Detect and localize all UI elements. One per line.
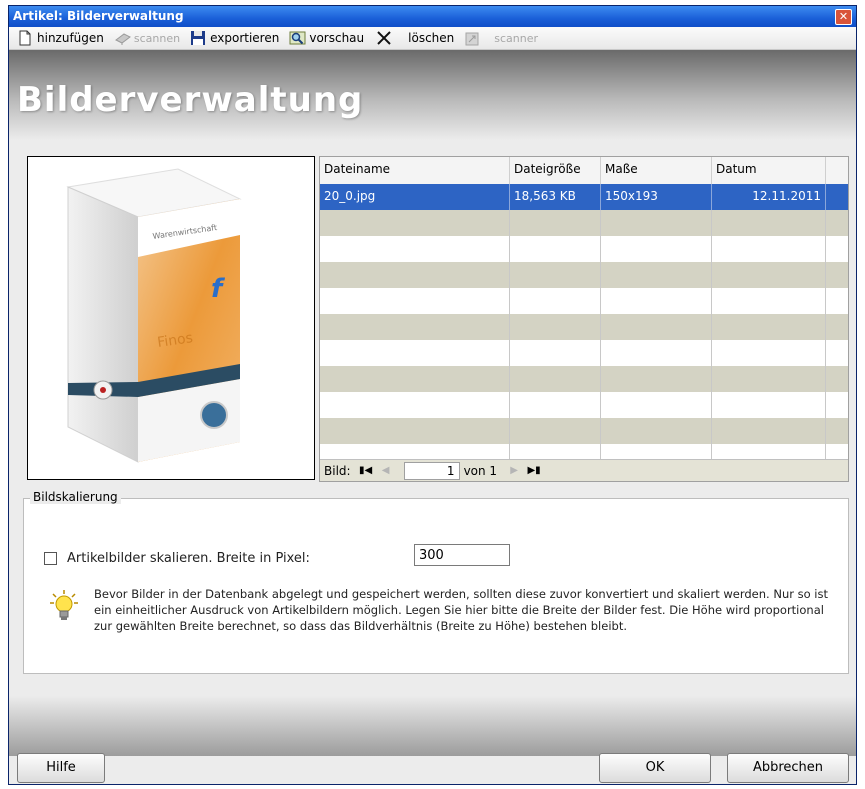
scanner-settings-button[interactable]: scanner xyxy=(464,30,538,46)
column-header-date[interactable]: Datum xyxy=(712,157,826,184)
new-document-icon xyxy=(17,30,33,46)
preview-magnifier-icon xyxy=(289,30,306,46)
delete-label: löschen xyxy=(408,31,455,45)
scan-button[interactable]: scannen xyxy=(114,30,180,46)
width-pixel-input[interactable]: 300 xyxy=(414,544,510,566)
preview-button[interactable]: vorschau xyxy=(289,30,364,46)
cell-filename: 20_0.jpg xyxy=(320,184,510,210)
cell-dimensions: 150x193 xyxy=(601,184,712,210)
previous-record-icon[interactable]: ◀ xyxy=(377,462,395,480)
table-header: Dateiname Dateigröße Maße Datum xyxy=(320,157,848,185)
cell-filesize: 18,563 KB xyxy=(510,184,601,210)
delete-button[interactable]: löschen xyxy=(376,30,454,46)
scale-images-label: Artikelbilder skalieren. Breite in Pixel… xyxy=(67,551,310,566)
first-record-icon[interactable]: ▮◀ xyxy=(357,462,375,480)
table-row[interactable]: 20_0.jpg 18,563 KB 150x193 12.11.2011 xyxy=(320,184,848,210)
close-icon: ✕ xyxy=(838,10,849,23)
empty-row xyxy=(320,366,848,392)
empty-row xyxy=(320,314,848,340)
scale-images-option[interactable]: Artikelbilder skalieren. Breite in Pixel… xyxy=(44,551,310,566)
scaling-group-title: Bildskalierung xyxy=(30,490,121,504)
scanner-settings-label: scanner xyxy=(494,31,539,45)
help-button[interactable]: Hilfe xyxy=(17,753,105,783)
title-bar: Artikel: Bilderverwaltung ✕ xyxy=(9,6,856,27)
empty-row xyxy=(320,392,848,418)
dialog-window: Artikel: Bilderverwaltung ✕ hinzufügen s… xyxy=(8,5,857,785)
empty-row xyxy=(320,236,848,262)
delete-x-icon xyxy=(376,30,392,46)
record-number-input[interactable]: 1 xyxy=(403,461,460,480)
save-disk-icon xyxy=(190,30,206,46)
preview-label: vorschau xyxy=(309,31,365,45)
record-navigator: Bild: ▮◀ ◀ 1 von 1 ▶ ▶▮ xyxy=(320,459,848,481)
export-button[interactable]: exportieren xyxy=(190,30,279,46)
scanner-settings-icon xyxy=(464,30,480,46)
window-title: Artikel: Bilderverwaltung xyxy=(13,9,184,23)
product-box-image: Warenwirtschaft Finos f xyxy=(66,168,242,463)
toolbar: hinzufügen scannen exportieren vorschau … xyxy=(9,27,856,50)
empty-row xyxy=(320,288,848,314)
close-button[interactable]: ✕ xyxy=(835,9,852,25)
add-button[interactable]: hinzufügen xyxy=(17,30,104,46)
scan-label: scannen xyxy=(133,31,181,45)
image-file-table[interactable]: Dateiname Dateigröße Maße Datum 20_0.jpg… xyxy=(319,156,849,482)
empty-row xyxy=(320,418,848,444)
scanner-icon xyxy=(114,30,131,46)
scaling-hint-text: Bevor Bilder in der Datenbank abgelegt u… xyxy=(94,587,829,633)
cancel-button[interactable]: Abbrechen xyxy=(727,753,849,783)
column-header-filesize[interactable]: Dateigröße xyxy=(510,157,601,184)
cell-date: 12.11.2011 xyxy=(712,184,826,210)
add-label: hinzufügen xyxy=(37,31,104,45)
column-header-dimensions[interactable]: Maße xyxy=(601,157,712,184)
column-header-filename[interactable]: Dateiname xyxy=(320,157,510,184)
ok-button[interactable]: OK xyxy=(599,753,711,783)
footer-band xyxy=(9,696,856,756)
next-record-icon[interactable]: ▶ xyxy=(505,462,523,480)
export-label: exportieren xyxy=(210,31,280,45)
empty-row xyxy=(320,210,848,236)
empty-row xyxy=(320,262,848,288)
empty-row xyxy=(320,340,848,366)
column-header-filler xyxy=(826,157,848,184)
navigator-label: Bild: xyxy=(324,463,351,478)
record-total-text: von 1 xyxy=(463,463,498,478)
header-band: Bilderverwaltung xyxy=(9,50,856,140)
scaling-group: Bildskalierung Artikelbilder skalieren. … xyxy=(23,490,849,674)
scale-images-checkbox[interactable] xyxy=(44,552,57,565)
page-title: Bilderverwaltung xyxy=(17,80,364,120)
last-record-icon[interactable]: ▶▮ xyxy=(525,462,543,480)
image-preview: Warenwirtschaft Finos f xyxy=(27,156,315,480)
table-body: 20_0.jpg 18,563 KB 150x193 12.11.2011 xyxy=(320,184,848,459)
lightbulb-icon xyxy=(50,590,78,620)
empty-row xyxy=(320,444,848,459)
